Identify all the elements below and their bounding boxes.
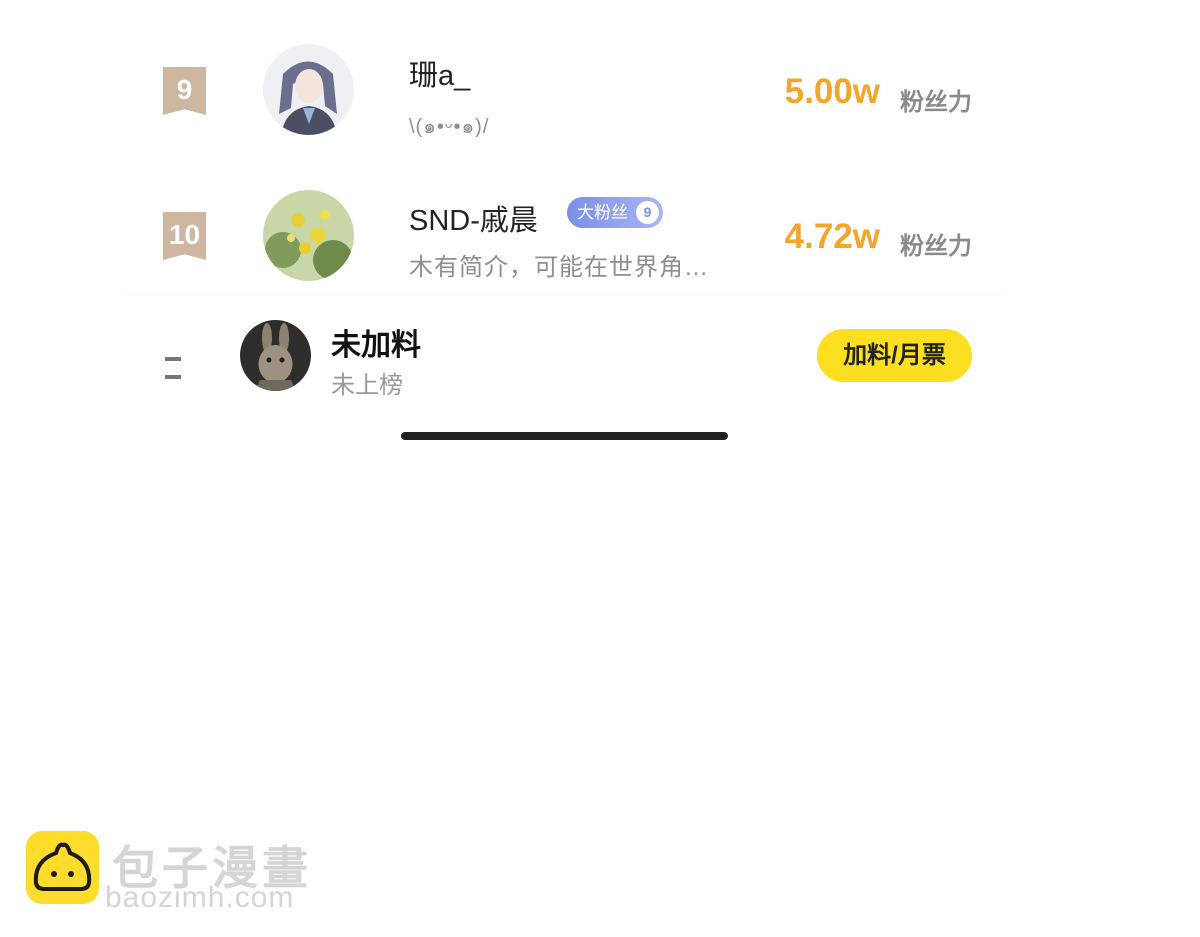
rank-row-10[interactable]: 10 SND-戚晨 大粉丝 9 木有简介，可能在世界角… 4.72w 粉丝力 xyxy=(120,0,1010,300)
my-status-title: 未加料 xyxy=(331,329,421,362)
my-rank-row: 未加料 未上榜 加料/月票 xyxy=(120,295,1010,420)
watermark-url: baozimh.com xyxy=(105,881,295,914)
rank-placeholder-dash xyxy=(165,348,207,379)
fan-level-number: 9 xyxy=(636,201,659,224)
my-rank-status: 未上榜 xyxy=(331,372,403,399)
user-avatar[interactable] xyxy=(263,190,354,281)
my-avatar[interactable] xyxy=(240,320,311,391)
fan-badge-label: 大粉丝 xyxy=(577,203,628,222)
user-bio: 木有简介，可能在世界角… xyxy=(409,254,709,281)
score-value: 4.72w xyxy=(784,217,880,256)
score-unit: 粉丝力 xyxy=(900,233,972,260)
baozi-logo-icon xyxy=(26,831,99,904)
home-indicator[interactable] xyxy=(401,432,728,440)
support-monthly-ticket-button[interactable]: 加料/月票 xyxy=(817,329,972,382)
rank-badge: 10 xyxy=(163,212,206,260)
fan-level-badge: 大粉丝 9 xyxy=(567,197,663,228)
username[interactable]: SND-戚晨 xyxy=(409,197,538,239)
